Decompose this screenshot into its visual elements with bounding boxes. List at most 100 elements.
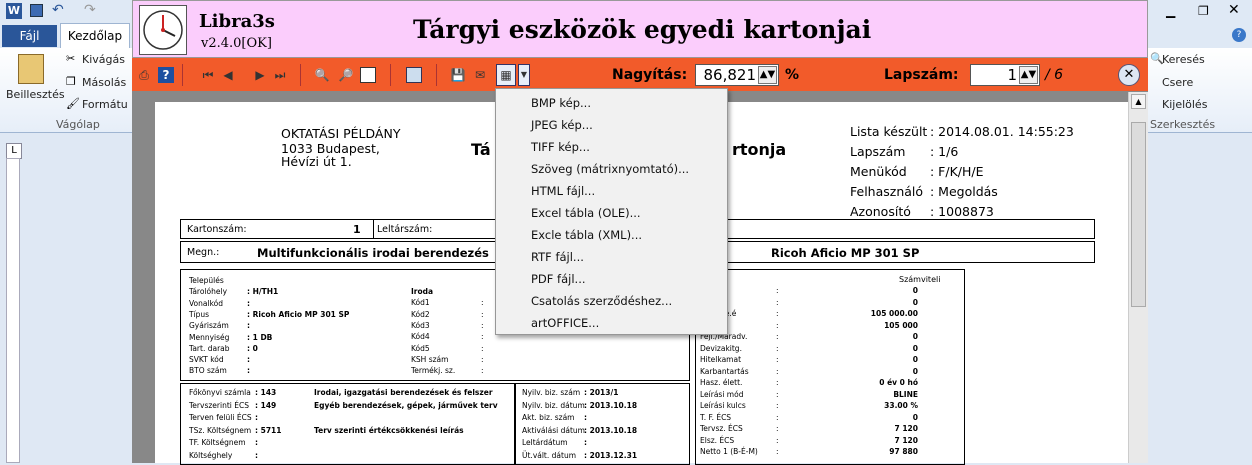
code-key: Iroda [411, 287, 434, 296]
accounting-value: : [255, 450, 258, 460]
meta-key: Felhasználó [850, 184, 924, 199]
prev-page-icon[interactable]: ◀ [220, 67, 236, 83]
format-painter-button[interactable]: Formátu [82, 98, 128, 111]
code-value: : [481, 354, 484, 364]
clipboard-group-label: Vágólap [56, 118, 100, 131]
maximize-icon[interactable]: ❐ [1198, 4, 1209, 18]
location-value: : 1 DB [247, 332, 273, 342]
ribbon-tabs: Fájl Kezdőlap [0, 22, 140, 48]
save-icon[interactable] [30, 4, 43, 17]
window-controls: ▁ ❐ ✕ ? [1148, 0, 1252, 48]
szamviteli-colon: : [776, 412, 779, 422]
page-value[interactable]: 1 [1007, 66, 1017, 84]
close-icon[interactable]: ✕ [1228, 2, 1240, 18]
export-menu-item[interactable]: Csatolás szerződéshez... [497, 290, 726, 312]
meta-key: Menükód [850, 164, 907, 179]
next-page-icon[interactable]: ▶ [252, 67, 268, 83]
tab-selector-icon[interactable]: L [6, 143, 22, 159]
minimize-icon[interactable]: ▁ [1166, 4, 1175, 18]
cut-button[interactable]: Kivágás [82, 53, 125, 66]
print-icon[interactable]: ⎙ [136, 67, 152, 83]
export-menu-item[interactable]: JPEG kép... [497, 114, 726, 136]
szamviteli-value: 7 120 [894, 424, 919, 433]
find-text-icon[interactable] [406, 67, 422, 83]
szamviteli-key: Karbantartás [700, 366, 749, 376]
redo-icon[interactable]: ↷ [84, 2, 96, 18]
zoom-input[interactable]: 86,821 ▲▼ [695, 64, 779, 86]
export-menu-item[interactable]: Excel tábla (OLE)... [497, 202, 726, 224]
meta-value: : 1/6 [930, 144, 959, 159]
szamviteli-key: Leírási kulcs [700, 401, 746, 410]
szamviteli-value: 0 [912, 343, 918, 353]
last-page-icon[interactable]: ⏭ [272, 67, 288, 83]
scroll-thumb[interactable] [1131, 122, 1146, 307]
export-menu-item[interactable]: HTML fájl... [497, 180, 726, 202]
location-key: BTO szám [189, 366, 227, 376]
paste-icon[interactable] [18, 54, 44, 84]
undo-icon[interactable]: ↶ [52, 2, 64, 18]
word-icon[interactable]: W [6, 3, 22, 19]
scroll-up-icon[interactable]: ▲ [1131, 94, 1146, 109]
export-icon[interactable]: ▦ [496, 64, 516, 86]
code-value: : [481, 309, 484, 319]
app-version: v2.4.0[OK] [201, 36, 272, 51]
copy-button[interactable]: Másolás [82, 76, 126, 89]
export-dropdown-icon[interactable]: ▼ [518, 64, 530, 86]
save-report-icon[interactable]: 💾 [450, 67, 466, 83]
report-toolbar: ⎙ ? ⏮ ◀ ▶ ⏭ 🔍 🔎 💾 ✉ ▦ ▼ Nagyítás: 86,821… [132, 58, 1148, 92]
find-button[interactable]: Keresés [1162, 53, 1205, 66]
close-report-icon[interactable]: ✕ [1118, 64, 1140, 86]
location-key: Tárolóhely [189, 287, 228, 297]
paste-button[interactable]: Beillesztés [6, 88, 65, 101]
export-menu-item[interactable]: RTF fájl... [497, 246, 726, 268]
export-menu-item[interactable]: Szöveg (mátrixnyomtató)... [497, 158, 726, 180]
accounting-key: TSz. Költségnem [189, 425, 252, 435]
zoom-in-icon[interactable]: 🔍 [314, 67, 330, 83]
mail-icon[interactable]: ✉ [472, 67, 488, 83]
page-input[interactable]: 1 ▲▼ [970, 64, 1040, 86]
export-menu-item[interactable]: BMP kép... [497, 92, 726, 114]
scissors-icon: ✂ [66, 52, 76, 65]
szamviteli-colon: : [776, 309, 779, 318]
page-view-icon[interactable] [360, 67, 376, 83]
meta-value: : 1008873 [930, 204, 994, 219]
szamviteli-value: 0 [912, 332, 918, 341]
page-spin-icon[interactable]: ▲▼ [1019, 66, 1038, 84]
tab-file[interactable]: Fájl [2, 25, 57, 47]
tab-home[interactable]: Kezdőlap [60, 23, 130, 48]
copy-icon: ❐ [66, 75, 76, 88]
page-label: Lapszám: [884, 67, 959, 83]
meta-value: : Megoldás [930, 184, 998, 199]
szamviteli-key: Hitelkamat [700, 355, 742, 364]
export-menu-item[interactable]: Excle tábla (XML)... [497, 224, 726, 246]
szamviteli-value: 7 120 [894, 435, 919, 445]
megn-label: Megn.: [187, 247, 220, 258]
szamviteli-key: Tervsz. ÉCS [700, 424, 743, 433]
accounting-desc: Egyéb berendezések, gépek, járművek terv [314, 400, 498, 410]
location-value: : 0 [247, 343, 258, 353]
szamviteli-value: 0 [912, 366, 918, 376]
replace-button[interactable]: Csere [1162, 76, 1193, 89]
zoom-spin-icon[interactable]: ▲▼ [758, 66, 777, 84]
szamviteli-value: BLINE [893, 389, 918, 399]
szamviteli-colon: : [776, 332, 779, 341]
export-menu-item[interactable]: artOFFICE... [497, 312, 726, 334]
vertical-scrollbar[interactable]: ▲ [1128, 92, 1148, 463]
date-value: : 2013.10.18 [584, 425, 638, 435]
szamviteli-box: Számviteli érték:0etto:0ár/Ber.e.é:105 0… [695, 269, 965, 465]
szamviteli-colon: : [776, 366, 779, 376]
meta-value: : 2014.08.01. 14:55:23 [930, 124, 1074, 139]
location-key: Gyáriszám [189, 321, 229, 331]
quick-access-toolbar: W ↶ ↷ [0, 0, 140, 22]
export-menu-item[interactable]: PDF fájl... [497, 268, 726, 290]
kartonszam-value: 1 [353, 223, 361, 236]
zoom-out-icon[interactable]: 🔎 [338, 67, 354, 83]
help-icon[interactable]: ? [158, 67, 174, 83]
help-icon[interactable]: ? [1232, 28, 1246, 42]
first-page-icon[interactable]: ⏮ [200, 67, 216, 83]
meta-key: Lista készült [850, 124, 928, 139]
location-key: Tart. darab [189, 343, 230, 353]
zoom-value[interactable]: 86,821 [704, 66, 757, 84]
select-button[interactable]: Kijelölés [1162, 98, 1207, 111]
export-menu-item[interactable]: TIFF kép... [497, 136, 726, 158]
